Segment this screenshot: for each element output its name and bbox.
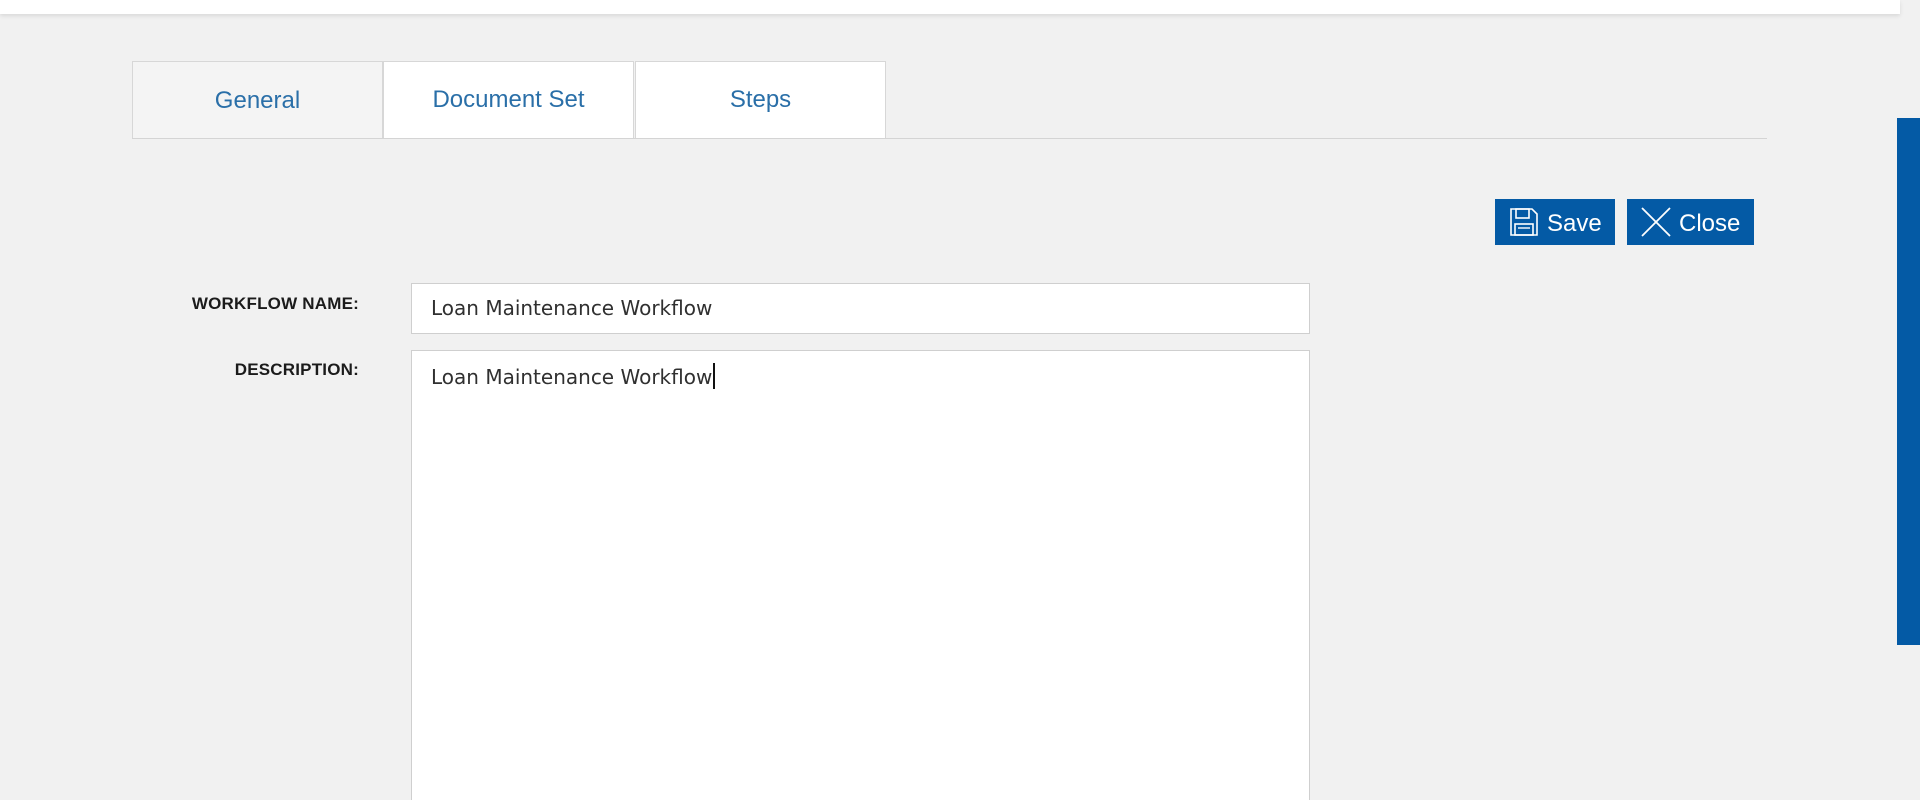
tab-document-set[interactable]: Document Set: [383, 61, 634, 138]
save-button[interactable]: Save: [1495, 199, 1615, 245]
tab-steps-label: Steps: [729, 86, 792, 113]
workflow-name-input[interactable]: Loan Maintenance Workflow: [411, 283, 1310, 334]
tab-bar: General Document Set Steps: [132, 61, 1767, 139]
floppy-disk-icon: [1507, 205, 1541, 239]
description-value: Loan Maintenance Workflow: [431, 365, 713, 389]
top-header-bar: [0, 0, 1900, 14]
tab-divider: [132, 138, 1767, 139]
close-x-icon: [1639, 205, 1673, 239]
side-panel-handle[interactable]: [1897, 118, 1920, 645]
tab-steps[interactable]: Steps: [635, 61, 886, 138]
workflow-name-value: Loan Maintenance Workflow: [431, 296, 713, 320]
tab-document-set-label: Document Set: [432, 86, 585, 113]
description-label: DESCRIPTION:: [234, 360, 359, 379]
close-button[interactable]: Close: [1627, 199, 1754, 245]
text-cursor: [713, 363, 716, 389]
close-button-label: Close: [1679, 209, 1741, 237]
save-button-label: Save: [1547, 209, 1602, 237]
workflow-name-label: WORKFLOW NAME:: [191, 294, 359, 313]
tab-general-label: General: [214, 86, 301, 114]
description-textarea[interactable]: Loan Maintenance Workflow: [411, 350, 1310, 800]
tab-general[interactable]: General: [132, 61, 383, 139]
